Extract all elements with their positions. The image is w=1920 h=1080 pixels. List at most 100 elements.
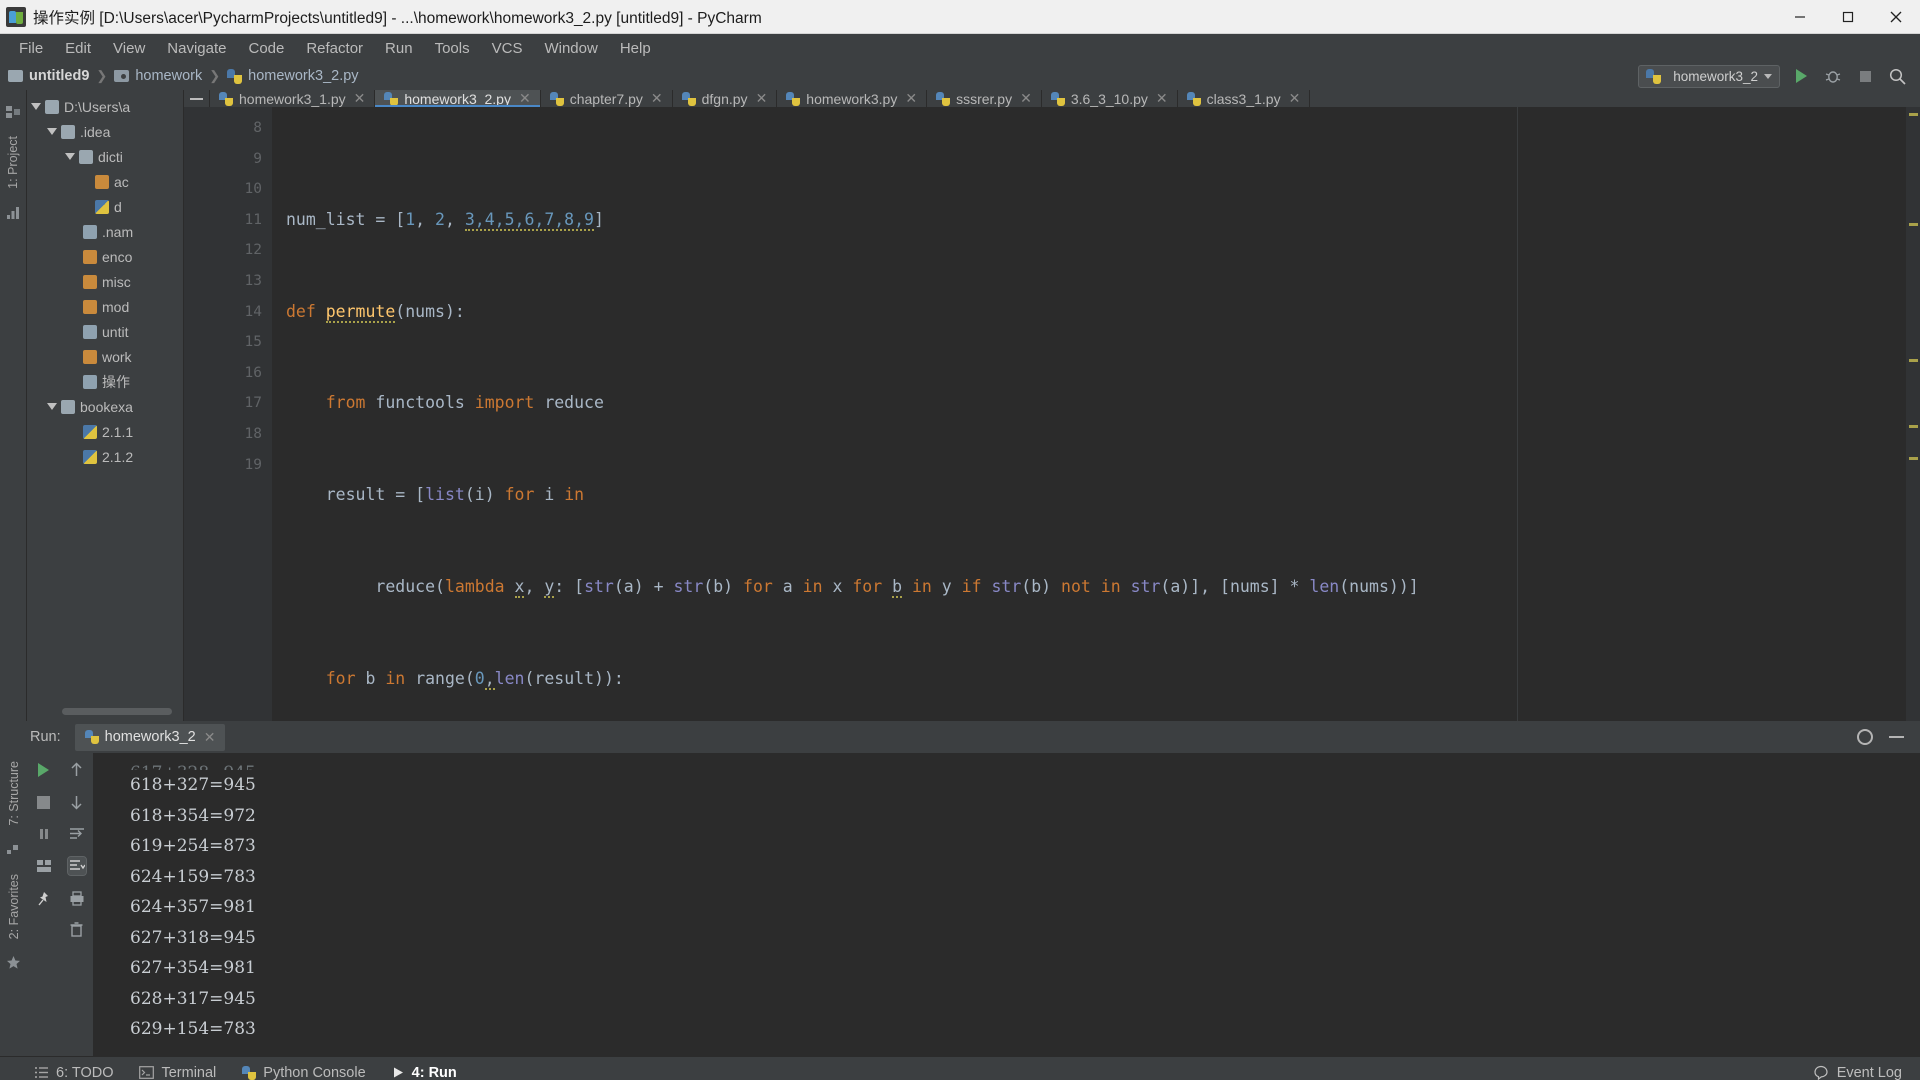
- stop-button[interactable]: [1854, 65, 1876, 87]
- tree-row[interactable]: 2.1.1: [27, 419, 183, 444]
- tree-row[interactable]: 操作: [27, 369, 183, 394]
- down-arrow-button[interactable]: [68, 793, 86, 811]
- maximize-button[interactable]: [1824, 0, 1872, 34]
- chevron-down-icon[interactable]: [47, 128, 57, 135]
- code-editor[interactable]: 8 9 10 11 12 13 14 15 16 17 18 19 num_li…: [184, 107, 1920, 721]
- menu-help[interactable]: Help: [609, 37, 662, 60]
- menu-code[interactable]: Code: [237, 37, 295, 60]
- structure-icon[interactable]: [6, 842, 22, 858]
- line-number: 13: [244, 272, 262, 289]
- close-icon[interactable]: ✕: [204, 729, 216, 746]
- close-icon[interactable]: ✕: [651, 90, 663, 107]
- delete-button[interactable]: [68, 921, 86, 939]
- line-number: 11: [244, 211, 262, 228]
- tab-3_6_3_10[interactable]: 3.6_3_10.py ✕: [1041, 90, 1178, 107]
- chevron-down-icon[interactable]: [31, 103, 41, 110]
- soft-wrap-button[interactable]: [68, 825, 86, 843]
- gear-icon[interactable]: [1857, 729, 1873, 745]
- tree-row[interactable]: work: [27, 344, 183, 369]
- menu-vcs[interactable]: VCS: [481, 37, 534, 60]
- scroll-to-end-button[interactable]: [66, 856, 87, 876]
- tab-class3_1[interactable]: class3_1.py ✕: [1177, 90, 1311, 107]
- breadcrumb-separator: ❯: [209, 68, 221, 83]
- bookmark-icon[interactable]: [5, 205, 21, 221]
- close-icon[interactable]: ✕: [354, 90, 366, 107]
- bottom-tab-todo[interactable]: 6: TODO: [34, 1065, 113, 1080]
- console-output[interactable]: 617+328=945 618+327=945 618+354=972 619+…: [94, 753, 1920, 1056]
- menu-view[interactable]: View: [102, 37, 156, 60]
- menu-refactor[interactable]: Refactor: [295, 37, 374, 60]
- xml-file-icon: [95, 174, 109, 189]
- sidebar-tab-project[interactable]: 1: Project: [4, 128, 22, 197]
- menu-window[interactable]: Window: [533, 37, 608, 60]
- sidebar-tab-favorites[interactable]: 2: Favorites: [5, 866, 23, 947]
- console-scrollbar[interactable]: [1907, 753, 1920, 1056]
- bottom-tab-run[interactable]: 4: Run: [392, 1065, 457, 1080]
- tab-label: homework3_2.py: [404, 90, 511, 107]
- bottom-tab-python-console[interactable]: Python Console: [242, 1065, 366, 1080]
- stop-icon: [1859, 70, 1871, 82]
- event-log-label[interactable]: Event Log: [1837, 1065, 1902, 1080]
- search-everywhere-button[interactable]: [1886, 65, 1908, 87]
- print-button[interactable]: [68, 889, 86, 907]
- chevron-down-icon[interactable]: [65, 153, 75, 160]
- tab-homework3_2[interactable]: homework3_2.py ✕: [375, 90, 541, 107]
- menu-edit[interactable]: Edit: [54, 37, 102, 60]
- star-icon[interactable]: [6, 955, 22, 971]
- tab-homework3[interactable]: homework3.py ✕: [777, 90, 928, 107]
- tree-row[interactable]: .nam: [27, 219, 183, 244]
- close-icon[interactable]: ✕: [1289, 90, 1301, 107]
- stop-button[interactable]: [35, 793, 53, 811]
- layout-button[interactable]: [35, 857, 53, 875]
- tab-homework3_1[interactable]: homework3_1.py ✕: [210, 90, 376, 107]
- project-structure-icon[interactable]: [5, 104, 21, 120]
- error-stripe[interactable]: [1906, 107, 1920, 721]
- chevron-down-icon[interactable]: [47, 403, 57, 410]
- sidebar-tab-structure[interactable]: 7: Structure: [5, 753, 23, 834]
- minimize-icon[interactable]: [1889, 736, 1904, 738]
- code-text[interactable]: num_list = [1, 2, 3,4,5,6,7,8,9] def per…: [272, 107, 1906, 721]
- up-arrow-button[interactable]: [68, 761, 86, 779]
- tree-row[interactable]: d: [27, 194, 183, 219]
- tree-row[interactable]: dicti: [27, 144, 183, 169]
- tab-sssrer[interactable]: sssrer.py ✕: [927, 90, 1042, 107]
- close-icon[interactable]: ✕: [756, 90, 768, 107]
- horizontal-scrollbar[interactable]: [62, 708, 172, 715]
- tree-row[interactable]: untit: [27, 319, 183, 344]
- close-icon[interactable]: ✕: [1020, 90, 1032, 107]
- breadcrumb-file[interactable]: homework3_2.py: [227, 68, 359, 84]
- bottom-tab-terminal[interactable]: Terminal: [139, 1065, 216, 1080]
- rerun-button[interactable]: [35, 761, 53, 779]
- close-icon[interactable]: ✕: [905, 90, 917, 107]
- tab-dfgn[interactable]: dfgn.py ✕: [672, 90, 778, 107]
- menu-navigate[interactable]: Navigate: [156, 37, 237, 60]
- run-tab-homework3_2[interactable]: homework3_2 ✕: [74, 723, 226, 751]
- tree-row[interactable]: mod: [27, 294, 183, 319]
- tree-label: work: [102, 348, 132, 365]
- tree-row[interactable]: enco: [27, 244, 183, 269]
- menu-file[interactable]: File: [8, 37, 54, 60]
- run-configuration-selector[interactable]: homework3_2: [1638, 64, 1780, 88]
- menu-run[interactable]: Run: [374, 37, 424, 60]
- chevron-down-icon: [1764, 73, 1772, 79]
- tree-row[interactable]: misc: [27, 269, 183, 294]
- close-icon[interactable]: ✕: [519, 90, 531, 107]
- pause-button[interactable]: [35, 825, 53, 843]
- debug-button[interactable]: [1822, 65, 1844, 87]
- menu-tools[interactable]: Tools: [424, 37, 481, 60]
- tree-row[interactable]: ac: [27, 169, 183, 194]
- tab-chapter7[interactable]: chapter7.py ✕: [540, 90, 673, 107]
- hide-tabs-button[interactable]: [184, 90, 210, 107]
- close-button[interactable]: [1872, 0, 1920, 34]
- tree-row[interactable]: D:\Users\a: [27, 94, 183, 119]
- close-icon[interactable]: ✕: [1156, 90, 1168, 107]
- tree-row[interactable]: 2.1.2: [27, 444, 183, 469]
- tree-row[interactable]: bookexa: [27, 394, 183, 419]
- breadcrumb-untitled9[interactable]: untitled9: [8, 68, 89, 84]
- minimize-button[interactable]: [1776, 0, 1824, 34]
- run-button[interactable]: [1790, 65, 1812, 87]
- breadcrumb-homework[interactable]: homework: [114, 68, 202, 84]
- line-number-gutter[interactable]: 8 9 10 11 12 13 14 15 16 17 18 19: [184, 107, 272, 721]
- tree-row[interactable]: .idea: [27, 119, 183, 144]
- pin-button[interactable]: [35, 889, 53, 907]
